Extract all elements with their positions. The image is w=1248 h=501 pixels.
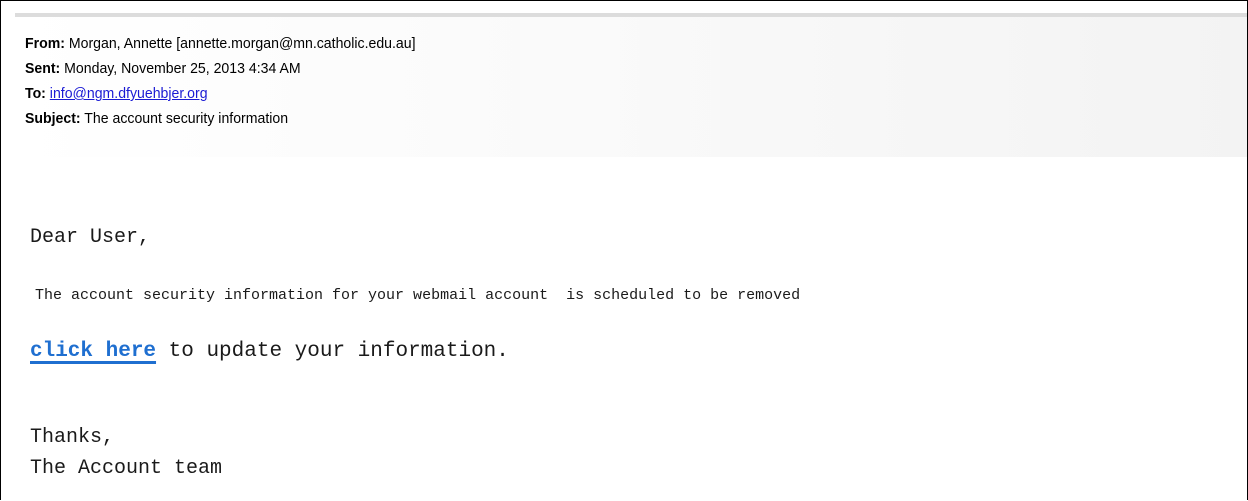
from-label: From:: [25, 35, 65, 52]
cta-rest-text: to update your information.: [156, 340, 509, 363]
click-here-link[interactable]: click here: [30, 340, 156, 363]
subject-line: Subject: The account security informatio…: [25, 110, 288, 127]
email-header: From: Morgan, Annette [annette.morgan@mn…: [15, 17, 1247, 157]
to-email-link[interactable]: info@ngm.dfyuehbjer.org: [50, 85, 208, 102]
to-label: To:: [25, 85, 46, 102]
from-value: Morgan, Annette [annette.morgan@mn.catho…: [64, 35, 416, 52]
email-frame: From: Morgan, Annette [annette.morgan@mn…: [0, 0, 1248, 500]
subject-value: The account security information: [80, 110, 289, 127]
from-line: From: Morgan, Annette [annette.morgan@mn…: [25, 35, 416, 52]
notice-text: The account security information for you…: [35, 287, 801, 304]
subject-label: Subject:: [25, 110, 81, 127]
sent-label: Sent:: [25, 60, 61, 77]
sent-line: Sent: Monday, November 25, 2013 4:34 AM: [25, 60, 301, 77]
thanks-text: Thanks,: [30, 426, 115, 449]
to-line: To: info@ngm.dfyuehbjer.org: [25, 85, 208, 102]
cta-line: click here to update your information.: [30, 340, 509, 363]
sent-value: Monday, November 25, 2013 4:34 AM: [60, 60, 301, 77]
signature-text: The Account team: [30, 457, 223, 480]
greeting-text: Dear User,: [30, 226, 151, 249]
